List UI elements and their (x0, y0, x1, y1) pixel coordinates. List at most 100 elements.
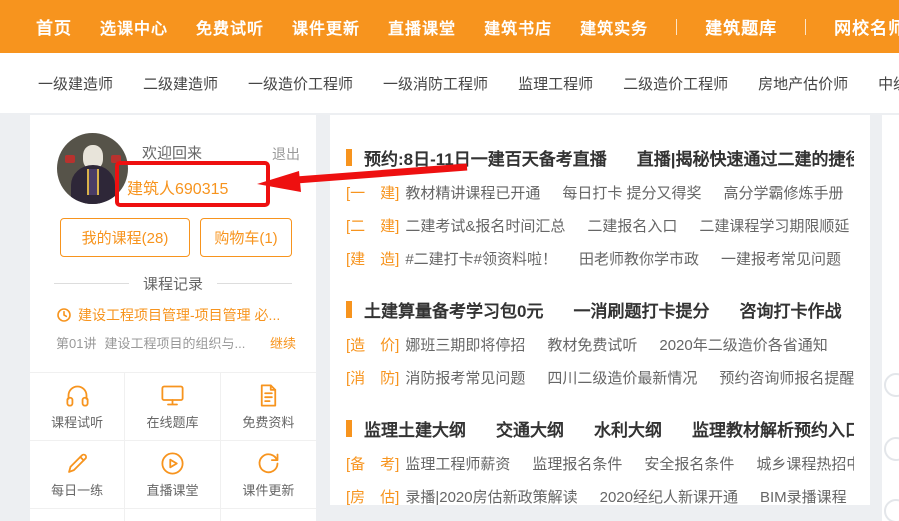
quick-link-courseware-update[interactable]: 课件更新 (220, 441, 316, 509)
topnav-item-6[interactable]: 建筑实务 (580, 15, 648, 39)
lesson-title: 建设工程项目的组织与... (104, 336, 246, 351)
news-link[interactable]: 四川二级造价最新情况 (547, 367, 697, 388)
news-link[interactable]: 田老师教你学市政 (579, 248, 699, 269)
quick-link-label: 免费资料 (242, 415, 295, 430)
last-watched-course-link[interactable]: 建设工程项目管理-项目管理 必... (56, 305, 296, 325)
news-link[interactable]: 高分学霸修炼手册 (724, 182, 844, 203)
news-link[interactable]: 一建报考常见问题 (721, 248, 841, 269)
category-tag: [一 建] (346, 185, 400, 202)
quick-link-live-classroom[interactable]: 直播课堂 (125, 441, 221, 509)
divider-line (54, 282, 129, 284)
news-link[interactable]: 监理报名条件 (532, 453, 622, 474)
user-panel: 欢迎回来 退出 建筑人690315 我的课程(28) 购物车(1) 课程记录 建… (30, 115, 316, 521)
news-link[interactable]: 消防报考常见问题 (405, 367, 525, 388)
news-link[interactable]: 录播|2020房估新政策解读 (405, 486, 577, 505)
exam-category-navigation: 一级建造师 二级建造师 一级造价工程师 一级消防工程师 监理工程师 二级造价工程师 房地产估… (0, 53, 899, 113)
topnav-item-8[interactable]: 网校名师 (834, 14, 899, 39)
cart-button[interactable]: 购物车(1) (200, 218, 292, 257)
refresh-icon (258, 453, 279, 474)
quick-link-course-audition[interactable]: 课程试听 (30, 373, 126, 441)
avatar-decoration (87, 169, 99, 195)
news-row: [二 建] 二建考试&报名时间汇总 二建报名入口 二建课程学习期限顺延 (346, 215, 854, 236)
headline-link[interactable]: 监理教材解析预约入口 (692, 416, 854, 441)
stub-circle-icon (884, 437, 899, 461)
news-link[interactable]: #二建打卡#领资料啦！ (405, 248, 557, 269)
category-tag: [房 估] (346, 489, 400, 505)
topnav-item-3[interactable]: 课件更新 (292, 15, 360, 39)
topnav-item-7[interactable]: 建筑题库 (705, 14, 777, 39)
news-row: [备 考] 监理工程师薪资 监理报名条件 安全报名条件 城乡课程热招中 (346, 453, 854, 474)
avatar[interactable] (57, 133, 128, 204)
course-record-divider: 课程记录 (54, 273, 293, 293)
subnav-item-7[interactable]: 中级安全师 (878, 73, 899, 94)
headphones-icon (66, 385, 89, 407)
news-row: [消 防] 消防报考常见问题 四川二级造价最新情况 预约咨询师报名提醒 (346, 367, 854, 388)
stub-circle-icon (884, 373, 899, 397)
news-link[interactable]: 预约咨询师报名提醒 (719, 367, 854, 388)
category-tag: [消 防] (346, 370, 400, 387)
headline-link[interactable]: 监理土建大纲 (364, 416, 466, 441)
subnav-item-3[interactable]: 一级消防工程师 (383, 73, 488, 94)
news-link[interactable]: 每日打卡 提分又得奖 (562, 182, 701, 203)
news-link[interactable]: 安全报名条件 (644, 453, 734, 474)
quick-link-partial-3[interactable] (221, 509, 316, 521)
news-link[interactable]: BIM录播课程 (760, 486, 847, 505)
last-watched-lesson: 第01讲 建设工程项目的组织与... 继续 (56, 333, 296, 352)
subnav-item-2[interactable]: 一级造价工程师 (248, 73, 353, 94)
headline-row: 监理土建大纲 交通大纲 水利大纲 监理教材解析预约入口 (346, 416, 854, 441)
subnav-item-1[interactable]: 二级建造师 (143, 73, 218, 94)
pencil-icon (67, 453, 87, 473)
headline-link[interactable]: 预约:8日-11日一建百天备考直播 (364, 145, 607, 170)
topnav-item-4[interactable]: 直播课堂 (388, 15, 456, 39)
category-tag: [建 造] (346, 251, 400, 268)
nav-divider (805, 18, 807, 35)
category-tag: [二 建] (346, 218, 400, 235)
news-link[interactable]: 教材精讲课程已开通 (405, 182, 540, 203)
last-watched-course-title: 建设工程项目管理-项目管理 必... (78, 307, 281, 323)
news-link[interactable]: 监理工程师薪资 (405, 453, 510, 474)
news-link[interactable]: 2020经纪人新课开通 (600, 486, 738, 505)
news-link[interactable]: 二建报名入口 (587, 215, 677, 236)
topnav-item-1[interactable]: 选课中心 (100, 15, 168, 39)
topnav-item-5[interactable]: 建筑书店 (484, 15, 552, 39)
quick-links-grid: 课程试听 在线题库 免费资料每日一练 直播课堂 课件更新 (30, 372, 316, 521)
category-tag: [备 考] (346, 456, 400, 473)
news-row: [造 价] 娜班三期即将停招 教材免费试听 2020年二级造价各省通知 (346, 334, 854, 355)
subnav-item-5[interactable]: 二级造价工程师 (623, 73, 728, 94)
headline-link[interactable]: 土建算量备考学习包0元 (364, 297, 543, 322)
quick-link-partial-1[interactable] (30, 509, 126, 521)
topnav-item-0[interactable]: 首页 (36, 14, 72, 39)
quick-link-online-questions[interactable]: 在线题库 (125, 373, 221, 441)
news-row: [建 造] #二建打卡#领资料啦！ 田老师教你学市政 一建报考常见问题 (346, 248, 854, 269)
headline-link[interactable]: 直播|揭秘快速通过二建的捷径 (637, 145, 854, 170)
quick-link-label: 课件更新 (242, 483, 295, 498)
headline-link[interactable]: 咨询打卡作战 (739, 297, 841, 322)
welcome-text: 欢迎回来 (142, 145, 203, 162)
subnav-item-6[interactable]: 房地产估价师 (758, 73, 848, 94)
headline-link[interactable]: 水利大纲 (594, 416, 662, 441)
quick-link-label: 课程试听 (51, 415, 104, 430)
headline-link[interactable]: 交通大纲 (496, 416, 564, 441)
quick-link-label: 在线题库 (146, 415, 199, 430)
news-link[interactable]: 娜班三期即将停招 (405, 334, 525, 355)
monitor-icon (161, 385, 184, 406)
continue-link[interactable]: 继续 (270, 333, 296, 352)
username-link[interactable]: 建筑人690315 (127, 175, 228, 199)
news-link[interactable]: 城乡课程热招中 (756, 453, 854, 474)
my-courses-button[interactable]: 我的课程(28) (60, 218, 190, 257)
news-link[interactable]: 2020年二级造价各省通知 (659, 334, 827, 355)
headline-link[interactable]: 一消刷题打卡提分 (573, 297, 709, 322)
quick-link-daily-practice[interactable]: 每日一练 (30, 441, 126, 509)
headline-row: 预约:8日-11日一建百天备考直播 直播|揭秘快速通过二建的捷径 (346, 145, 854, 170)
news-link[interactable]: 二建考试&报名时间汇总 (405, 215, 565, 236)
logout-link[interactable]: 退出 (272, 144, 300, 164)
headline-marker (346, 149, 352, 166)
headline-row: 土建算量备考学习包0元 一消刷题打卡提分 咨询打卡作战 (346, 297, 854, 322)
quick-link-free-materials[interactable]: 免费资料 (220, 373, 316, 441)
subnav-item-4[interactable]: 监理工程师 (518, 73, 593, 94)
news-link[interactable]: 二建课程学习期限顺延 (699, 215, 849, 236)
topnav-item-2[interactable]: 免费试听 (196, 15, 264, 39)
quick-link-partial-2[interactable] (125, 509, 221, 521)
subnav-item-0[interactable]: 一级建造师 (38, 73, 113, 94)
news-link[interactable]: 教材免费试听 (547, 334, 637, 355)
